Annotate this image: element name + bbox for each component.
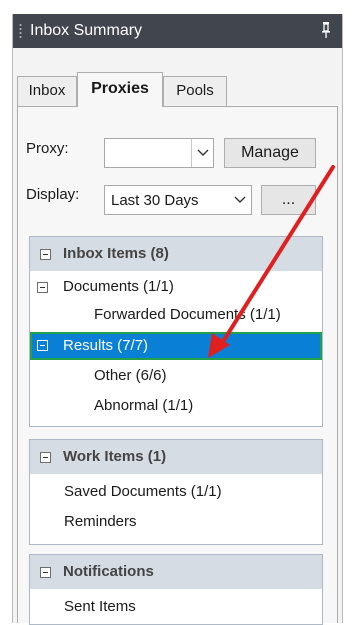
- proxy-dropdown[interactable]: [104, 138, 214, 168]
- collapse-icon[interactable]: [40, 452, 51, 463]
- tree-item-other[interactable]: Other (6/6): [30, 360, 322, 391]
- display-more-button[interactable]: ...: [261, 185, 316, 215]
- tree-item-abnormal[interactable]: Abnormal (1/1): [30, 391, 322, 426]
- notifications-header[interactable]: Notifications: [30, 555, 322, 589]
- notifications-title: Notifications: [63, 563, 154, 580]
- tree-item-label: Saved Documents (1/1): [64, 483, 222, 500]
- work-items-title: Work Items (1): [63, 448, 167, 465]
- chevron-down-icon[interactable]: [191, 139, 213, 167]
- chevron-down-icon[interactable]: [229, 186, 251, 214]
- display-dropdown[interactable]: Last 30 Days: [104, 185, 252, 215]
- tab-pools[interactable]: Pools: [163, 76, 227, 106]
- tree-item-results[interactable]: Results (7/7): [30, 332, 322, 360]
- manage-button[interactable]: Manage: [224, 138, 316, 168]
- tab-inbox[interactable]: Inbox: [17, 76, 77, 106]
- display-label: Display:: [26, 186, 80, 203]
- panel-titlebar[interactable]: Inbox Summary: [13, 14, 342, 48]
- notifications-group: Notifications Sent Items: [29, 554, 323, 625]
- collapse-icon[interactable]: [37, 340, 48, 351]
- display-dropdown-value: Last 30 Days: [111, 192, 199, 209]
- collapse-icon[interactable]: [40, 567, 51, 578]
- pin-icon[interactable]: [321, 21, 331, 39]
- tree-item-saved-documents[interactable]: Saved Documents (1/1): [30, 474, 322, 508]
- proxy-label: Proxy:: [26, 140, 69, 157]
- tree-item-reminders[interactable]: Reminders: [30, 508, 322, 544]
- inbox-items-title: Inbox Items (8): [63, 245, 169, 262]
- tree-item-label: Other (6/6): [94, 367, 167, 384]
- collapse-icon[interactable]: [37, 282, 48, 293]
- grip-icon[interactable]: [19, 23, 22, 40]
- tree-item-label: Reminders: [64, 513, 137, 530]
- work-items-header[interactable]: Work Items (1): [30, 440, 322, 474]
- tree-item-forwarded-documents[interactable]: Forwarded Documents (1/1): [30, 303, 322, 332]
- work-items-group: Work Items (1) Saved Documents (1/1) Rem…: [29, 439, 323, 545]
- tree-item-label: Abnormal (1/1): [94, 397, 194, 414]
- tree-item-label: Forwarded Documents (1/1): [94, 306, 281, 323]
- tab-proxies[interactable]: Proxies: [77, 72, 163, 107]
- inbox-items-header[interactable]: Inbox Items (8): [30, 237, 322, 271]
- inbox-items-group: Inbox Items (8) Documents (1/1) Forwarde…: [29, 236, 323, 427]
- tree-item-label: Results (7/7): [63, 337, 149, 354]
- inbox-summary-panel: Inbox Summary Inbox Proxies Pools Proxy:…: [12, 14, 343, 625]
- tree-item-sent-items[interactable]: Sent Items: [30, 589, 322, 623]
- panel-title: Inbox Summary: [30, 22, 143, 39]
- tree-item-documents[interactable]: Documents (1/1): [30, 271, 322, 303]
- collapse-icon[interactable]: [40, 249, 51, 260]
- tree-item-label: Sent Items: [64, 598, 136, 615]
- proxies-tab-content: Proxy: Manage Display: Last 30 Days ... …: [17, 106, 338, 625]
- tree-item-label: Documents (1/1): [63, 278, 174, 295]
